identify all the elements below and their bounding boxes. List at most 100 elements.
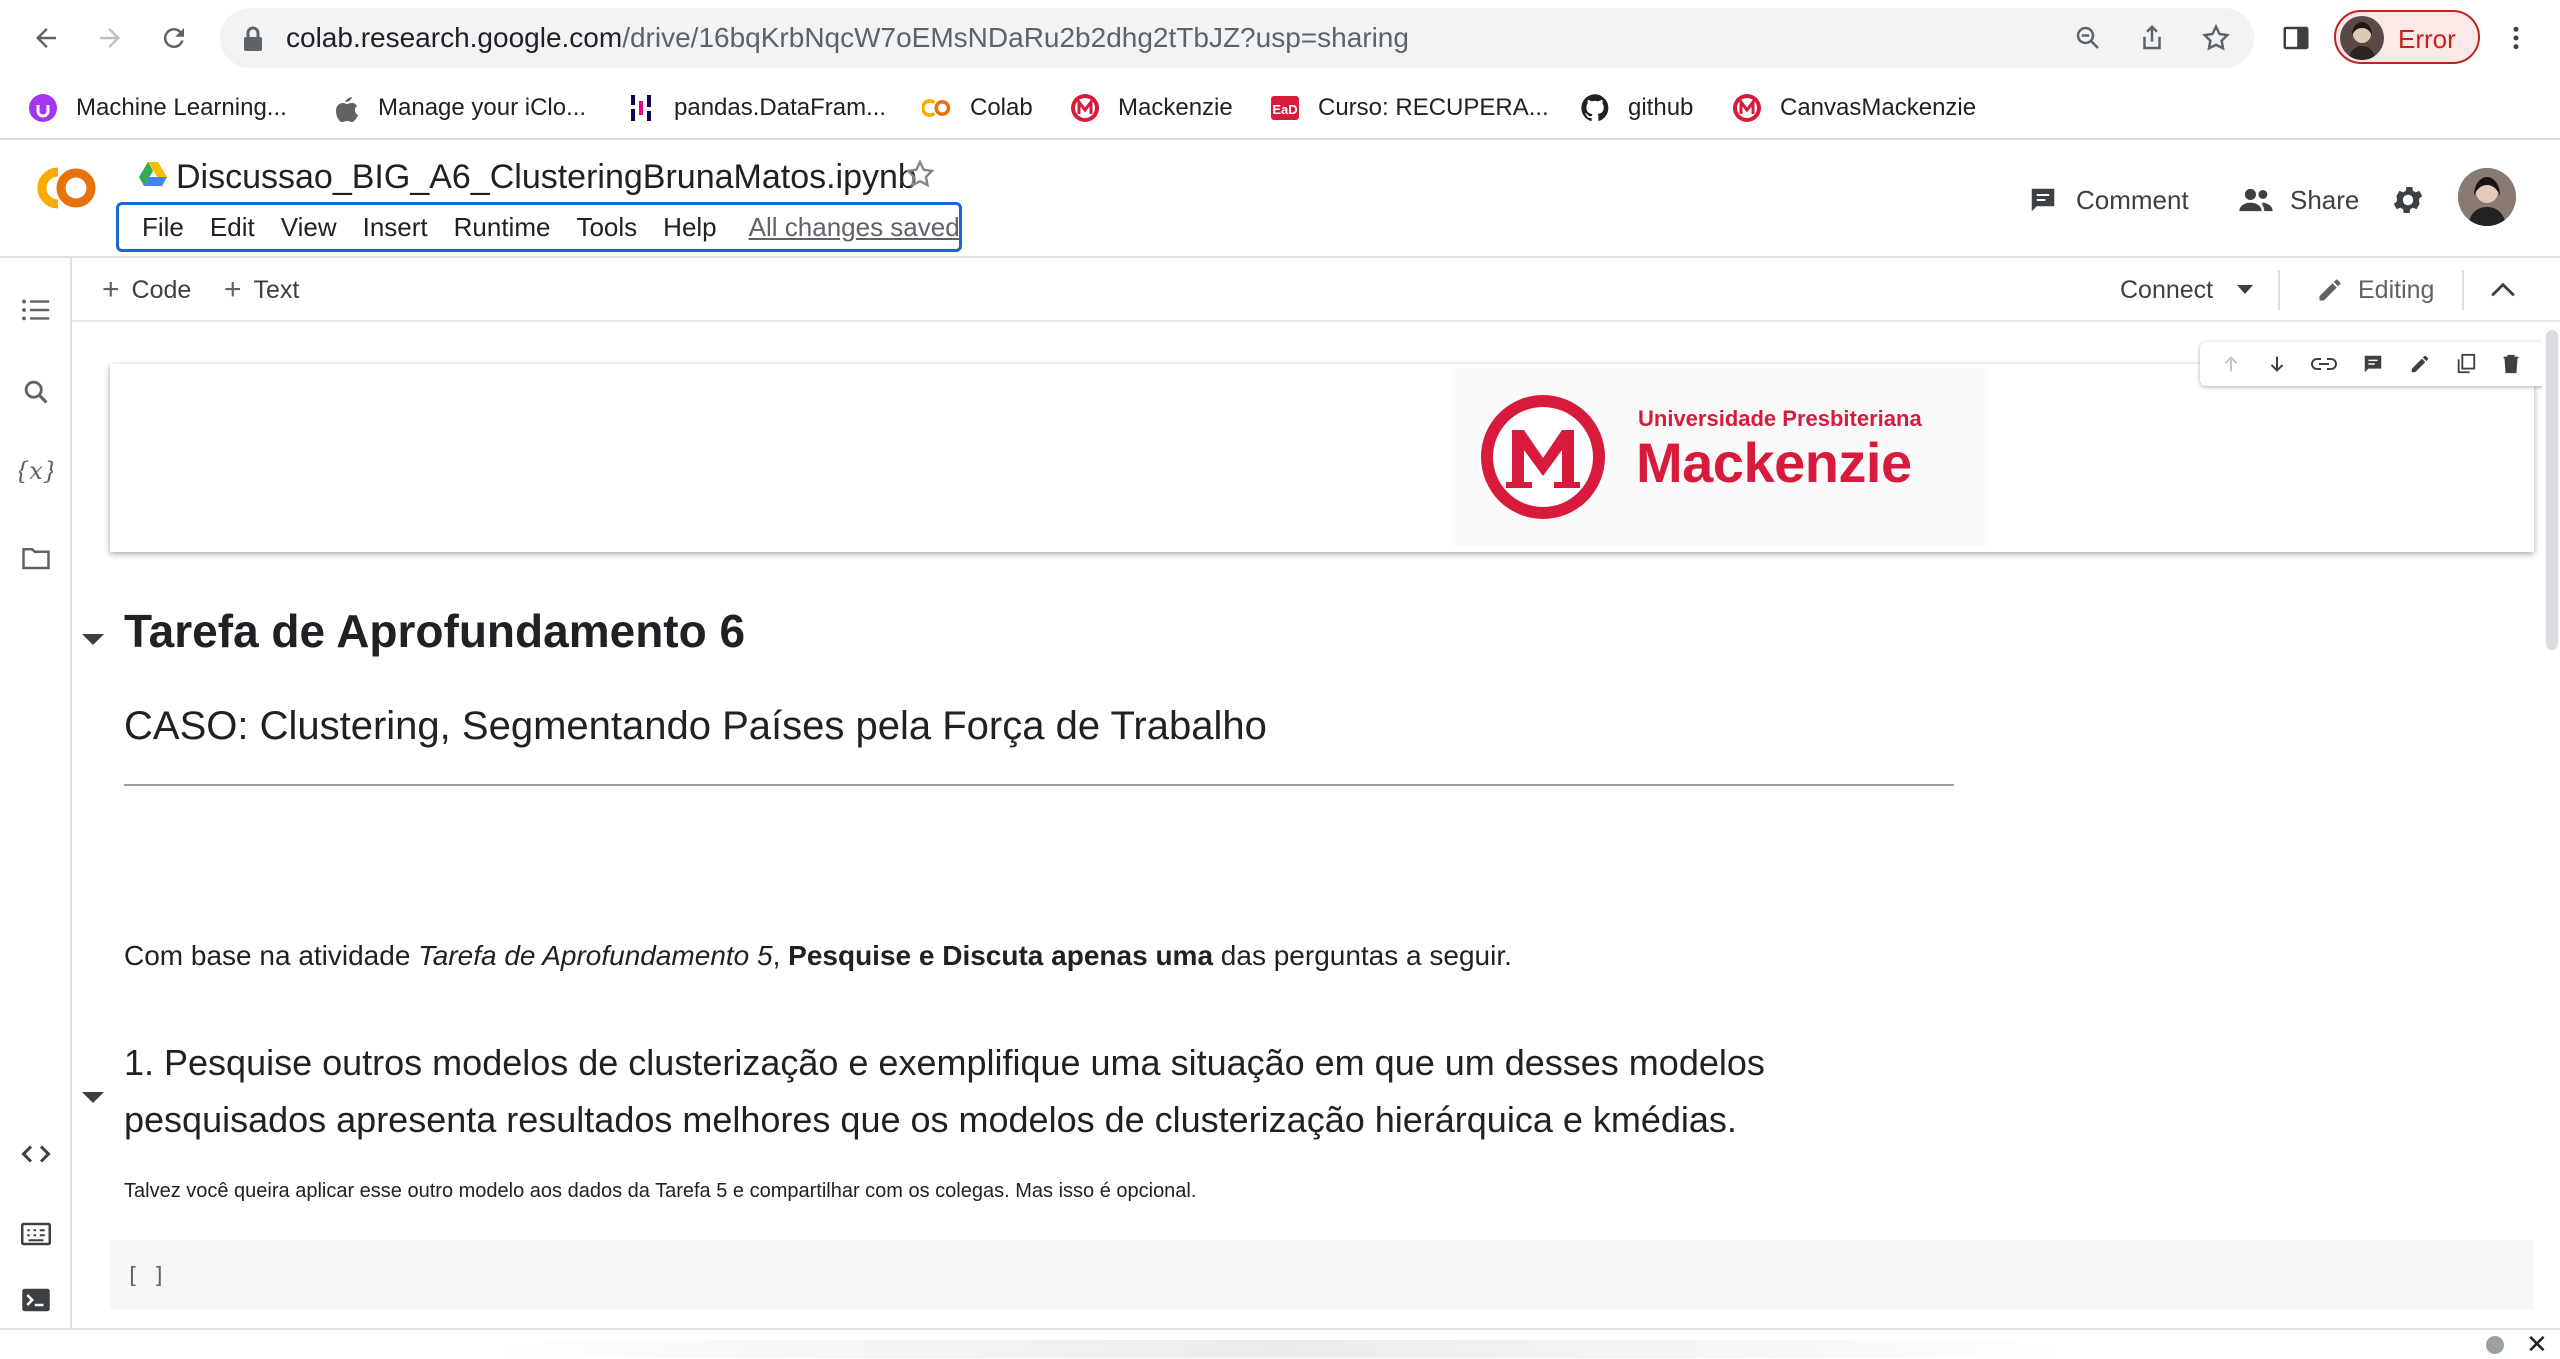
editing-mode-button[interactable]: Editing (2316, 270, 2434, 310)
heading-tarefa: Tarefa de Aprofundamento 6 (124, 605, 746, 657)
bookmark-item[interactable]: github (1580, 86, 1693, 130)
question-1-heading: 1. Pesquise outros modelos de clusteriza… (124, 1042, 1765, 1140)
terminal-icon[interactable] (18, 1282, 54, 1318)
connect-button[interactable]: Connect (2120, 270, 2254, 310)
comment-button[interactable]: Comment (2026, 176, 2189, 224)
svg-text:{x}: {x} (19, 457, 53, 485)
run-cell-button[interactable]: [ ] (126, 1264, 166, 1289)
side-panel-icon (2283, 26, 2309, 50)
comment-cell-icon[interactable] (2361, 353, 2385, 375)
mackenzie-emblem-icon (1481, 395, 1605, 519)
close-icon[interactable]: ✕ (2526, 1331, 2548, 1357)
notebook-toolbar: + Code + Text Connect Editing (72, 258, 2560, 322)
star-notebook-icon[interactable] (904, 158, 936, 190)
plus-icon: + (102, 273, 120, 306)
save-status-link[interactable]: All changes saved (736, 212, 973, 243)
bookmark-item[interactable]: Colab (922, 86, 1033, 130)
edit-cell-icon[interactable] (2409, 353, 2431, 375)
code-cell[interactable]: [ ] (110, 1240, 2534, 1310)
trash-icon[interactable] (2500, 353, 2522, 375)
mackenzie-icon (1732, 93, 1762, 123)
link-icon[interactable] (2311, 353, 2338, 375)
forward-button[interactable] (86, 14, 134, 62)
menu-help[interactable]: Help (650, 212, 729, 243)
profile-avatar (2340, 16, 2384, 60)
mackenzie-icon (1070, 93, 1100, 123)
people-icon (2238, 185, 2274, 215)
move-up-icon[interactable] (2220, 353, 2242, 375)
menu-bar: File Edit View Insert Runtime Tools Help… (116, 202, 962, 252)
bookmark-item[interactable]: Machine Learning... (28, 86, 287, 130)
mirror-cell-icon[interactable] (2455, 353, 2477, 375)
account-avatar[interactable] (2458, 168, 2516, 226)
colab-icon (922, 93, 952, 123)
menu-runtime[interactable]: Runtime (441, 212, 564, 243)
reload-button[interactable] (150, 14, 198, 62)
code-snippets-icon[interactable] (18, 1136, 54, 1172)
ead-icon: EaD (1270, 93, 1300, 123)
add-text-cell-button[interactable]: + Text (224, 270, 299, 310)
udemy-icon (28, 93, 58, 123)
side-panel-button[interactable] (2272, 14, 2320, 62)
notebook-title[interactable]: Discussao_BIG_A6_ClusteringBrunaMatos.ip… (176, 158, 917, 197)
optional-note: Talvez você queira aplicar esse outro mo… (124, 1180, 1197, 1202)
toolbar-divider (2462, 270, 2464, 310)
table-of-contents-icon[interactable] (18, 292, 54, 328)
bookmark-item[interactable]: pandas.DataFram... (626, 86, 886, 130)
menu-insert[interactable]: Insert (350, 212, 441, 243)
collapse-section-icon[interactable] (82, 632, 104, 646)
url-text: colab.research.google.com/drive/16bqKrbN… (286, 22, 1409, 53)
logo-name: Mackenzie (1636, 431, 1912, 494)
address-bar[interactable]: colab.research.google.com/drive/16bqKrbN… (220, 8, 2254, 68)
browser-menu-button[interactable] (2492, 14, 2540, 62)
left-sidebar: {x} (0, 258, 72, 1328)
zoom-icon[interactable] (2070, 20, 2106, 56)
google-drive-icon[interactable] (138, 160, 168, 188)
collapse-section-icon[interactable] (82, 1090, 104, 1104)
scrollbar-thumb[interactable] (2546, 330, 2558, 650)
browser-toolbar: colab.research.google.com/drive/16bqKrbN… (0, 0, 2560, 76)
github-icon (1580, 93, 1610, 123)
profile-status-label: Error (2398, 24, 2456, 54)
variables-icon[interactable]: {x} (18, 454, 54, 490)
add-code-cell-button[interactable]: + Code (102, 270, 191, 310)
status-indicator (2486, 1336, 2504, 1354)
logo-text-cell[interactable]: Universidade Presbiteriana Mackenzie (110, 364, 2534, 552)
bookmark-item[interactable]: CanvasMackenzie (1732, 86, 1976, 130)
bookmark-item[interactable]: Mackenzie (1070, 86, 1233, 130)
back-button[interactable] (22, 14, 70, 62)
subheading-caso: CASO: Clustering, Segmentando Países pel… (124, 704, 1267, 748)
menu-view[interactable]: View (268, 212, 350, 243)
colab-header: Discussao_BIG_A6_ClusteringBrunaMatos.ip… (0, 140, 2560, 258)
intro-paragraph: Com base na atividade Tarefa de Aprofund… (124, 940, 1512, 971)
bookmarks-bar: Machine Learning... Manage your iClo... … (0, 76, 2560, 140)
command-palette-icon[interactable] (18, 1216, 54, 1252)
bookmark-item[interactable]: EaD Curso: RECUPERA... (1270, 86, 1549, 130)
chevron-up-icon (2491, 282, 2515, 297)
menu-file[interactable]: File (129, 212, 197, 243)
status-bar: ✕ (0, 1328, 2560, 1358)
folder-icon[interactable] (18, 540, 54, 576)
colab-logo[interactable] (24, 160, 104, 216)
lock-icon (244, 26, 262, 51)
settings-button[interactable] (2390, 176, 2426, 224)
svg-text:EaD: EaD (1272, 102, 1297, 117)
profile-button[interactable]: Error (2334, 10, 2480, 64)
search-icon[interactable] (18, 374, 54, 410)
reload-icon (163, 28, 184, 49)
menu-tools[interactable]: Tools (563, 212, 650, 243)
menu-edit[interactable]: Edit (197, 212, 268, 243)
move-down-icon[interactable] (2266, 353, 2288, 375)
bookmark-item[interactable]: Manage your iClo... (330, 86, 586, 130)
share-button[interactable]: Share (2238, 176, 2359, 224)
horizontal-rule (124, 784, 1954, 786)
pencil-icon (2319, 279, 2341, 301)
collapse-header-button[interactable] (2490, 270, 2516, 310)
notebook-content: Universidade Presbiteriana Mackenzie Tar… (72, 322, 2542, 1328)
comment-icon (2026, 185, 2060, 215)
pandas-icon (626, 93, 656, 123)
caret-down-icon (2237, 285, 2254, 294)
bookmark-star-icon[interactable] (2198, 20, 2234, 56)
plus-icon: + (224, 273, 242, 306)
share-page-icon[interactable] (2134, 20, 2170, 56)
